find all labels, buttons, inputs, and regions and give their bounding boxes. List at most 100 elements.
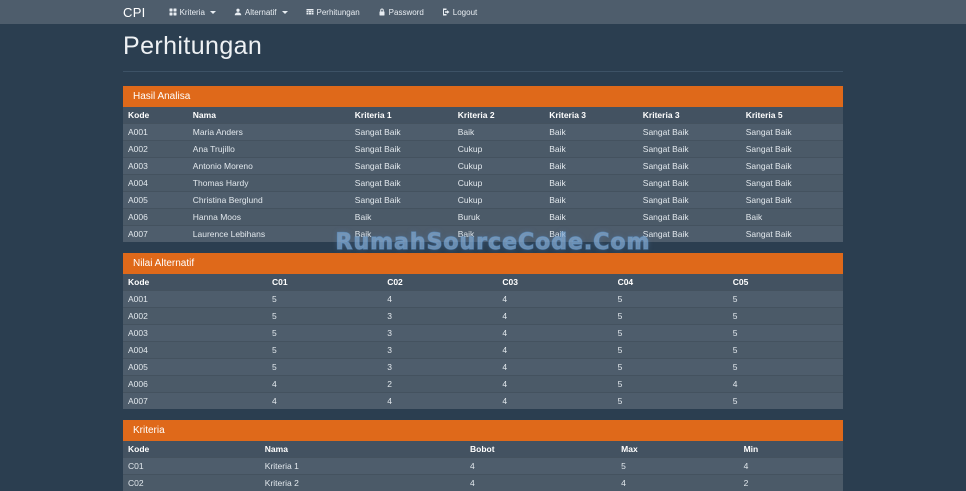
table-cell: Baik (544, 158, 638, 175)
table-cell: 5 (267, 291, 382, 308)
table-cell: 5 (613, 325, 728, 342)
table-cell: 5 (728, 393, 843, 410)
table-cell: Sangat Baik (638, 226, 741, 243)
table-cell: Sangat Baik (638, 175, 741, 192)
table-cell: 5 (267, 325, 382, 342)
panel-hasil-analisa: Hasil Analisa KodeNamaKriteria 1Kriteria… (123, 86, 843, 242)
table-cell: A005 (123, 192, 188, 209)
column-header: Kriteria 1 (350, 107, 453, 124)
table-cell: A004 (123, 175, 188, 192)
table-cell: A006 (123, 209, 188, 226)
kriteria-table: KodeNamaBobotMaxMinC01Kriteria 1454C02Kr… (123, 441, 843, 491)
table-cell: A007 (123, 393, 267, 410)
table-cell: Sangat Baik (638, 192, 741, 209)
table-row: A00453455 (123, 342, 843, 359)
table-cell: 5 (616, 458, 738, 475)
table-cell: 5 (728, 325, 843, 342)
hasil-analisa-table: KodeNamaKriteria 1Kriteria 2Kriteria 3Kr… (123, 107, 843, 242)
table-cell: 4 (497, 325, 612, 342)
table-cell: Buruk (453, 209, 544, 226)
table-row: A004Thomas HardySangat BaikCukupBaikSang… (123, 175, 843, 192)
table-header-row: KodeC01C02C03C04C05 (123, 274, 843, 291)
table-header-row: KodeNamaKriteria 1Kriteria 2Kriteria 3Kr… (123, 107, 843, 124)
nav-item-logout[interactable]: Logout (433, 0, 486, 24)
table-cell: Kriteria 1 (260, 458, 465, 475)
table-cell: Antonio Moreno (188, 158, 350, 175)
user-icon (234, 8, 242, 16)
table-cell: Sangat Baik (741, 226, 843, 243)
table-cell: Sangat Baik (741, 175, 843, 192)
panel-heading-nilai-alternatif: Nilai Alternatif (123, 253, 843, 274)
table-cell: A004 (123, 342, 267, 359)
table-cell: Sangat Baik (350, 175, 453, 192)
nav-item-alternatif[interactable]: Alternatif (225, 0, 297, 24)
table-cell: A006 (123, 376, 267, 393)
caret-down-icon (210, 11, 216, 14)
panel-nilai-alternatif: Nilai Alternatif KodeC01C02C03C04C05A001… (123, 253, 843, 409)
column-header: C04 (613, 274, 728, 291)
table-cell: 5 (267, 342, 382, 359)
table-cell: Baik (350, 209, 453, 226)
table-cell: Sangat Baik (741, 158, 843, 175)
table-cell: 5 (613, 308, 728, 325)
column-header: Kode (123, 274, 267, 291)
table-cell: 3 (382, 342, 497, 359)
table-row: A003Antonio MorenoSangat BaikCukupBaikSa… (123, 158, 843, 175)
table-cell: 5 (613, 291, 728, 308)
main-content: Perhitungan Hasil Analisa KodeNamaKriter… (123, 32, 843, 491)
table-cell: Baik (544, 175, 638, 192)
table-row: A006Hanna MoosBaikBurukBaikSangat BaikBa… (123, 209, 843, 226)
table-cell: Hanna Moos (188, 209, 350, 226)
table-cell: 4 (497, 342, 612, 359)
table-cell: A003 (123, 158, 188, 175)
table-cell: Sangat Baik (638, 124, 741, 141)
table-cell: Baik (453, 124, 544, 141)
column-header: Max (616, 441, 738, 458)
column-header: Kriteria 2 (453, 107, 544, 124)
table-cell: 4 (465, 475, 616, 491)
column-header: Nama (260, 441, 465, 458)
table-cell: 3 (382, 308, 497, 325)
table-icon (306, 8, 314, 16)
column-header: Bobot (465, 441, 616, 458)
table-cell: A001 (123, 124, 188, 141)
table-row: C01Kriteria 1454 (123, 458, 843, 475)
table-cell: 4 (382, 291, 497, 308)
nav-item-label: Alternatif (245, 8, 277, 17)
table-cell: 4 (497, 359, 612, 376)
table-cell: Maria Anders (188, 124, 350, 141)
table-cell: Sangat Baik (741, 141, 843, 158)
table-cell: C02 (123, 475, 260, 491)
table-cell: Baik (741, 209, 843, 226)
table-cell: 3 (382, 359, 497, 376)
table-cell: Thomas Hardy (188, 175, 350, 192)
table-cell: A001 (123, 291, 267, 308)
table-cell: 5 (728, 342, 843, 359)
table-cell: A003 (123, 325, 267, 342)
table-cell: Baik (544, 124, 638, 141)
nav-item-kriteria[interactable]: Kriteria (160, 0, 225, 24)
nav-item-perhitungan[interactable]: Perhitungan (297, 0, 369, 24)
table-cell: 4 (497, 393, 612, 410)
nav-item-password[interactable]: Password (369, 0, 433, 24)
table-row: A00253455 (123, 308, 843, 325)
table-cell: A007 (123, 226, 188, 243)
table-cell: 3 (382, 325, 497, 342)
lock-icon (378, 8, 386, 16)
column-header: Kriteria 3 (638, 107, 741, 124)
table-cell: Cukup (453, 158, 544, 175)
table-cell: 4 (267, 376, 382, 393)
table-cell: Sangat Baik (741, 192, 843, 209)
table-cell: 4 (497, 291, 612, 308)
table-cell: 4 (382, 393, 497, 410)
logout-icon (442, 8, 450, 16)
grid-icon (169, 8, 177, 16)
table-cell: 5 (728, 291, 843, 308)
caret-down-icon (282, 11, 288, 14)
brand-logo[interactable]: CPI (123, 5, 146, 20)
table-cell: Kriteria 2 (260, 475, 465, 491)
table-row: A007Laurence LebihansBaikBaikBaikSangat … (123, 226, 843, 243)
nav-item-label: Logout (453, 8, 477, 17)
table-cell: A002 (123, 141, 188, 158)
column-header: C05 (728, 274, 843, 291)
